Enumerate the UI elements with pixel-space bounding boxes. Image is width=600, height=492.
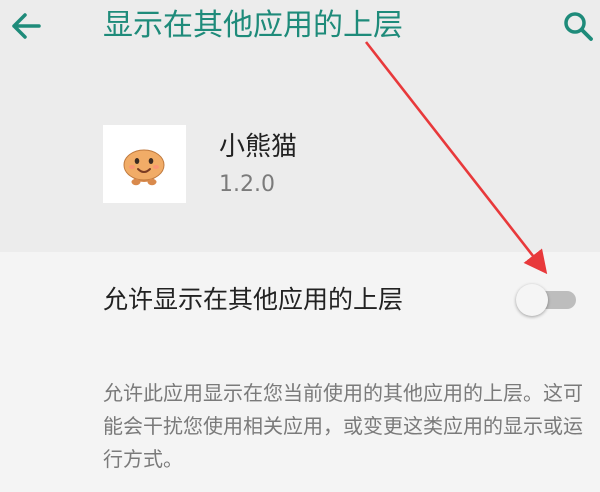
app-name: 小熊猫 <box>219 132 298 162</box>
app-version: 1.2.0 <box>219 172 275 197</box>
page-title: 显示在其他应用的上层 <box>103 8 403 43</box>
app-icon <box>103 125 186 203</box>
app-face-icon <box>123 149 165 186</box>
overlay-permission-toggle[interactable] <box>512 283 578 317</box>
toggle-thumb <box>516 284 548 316</box>
back-button[interactable] <box>4 4 48 48</box>
permission-description: 允许此应用显示在您当前使用的其他应用的上层。这可能会干扰您使用相关应用，或变更这… <box>103 381 583 471</box>
search-icon <box>564 12 593 41</box>
overlay-permission-label[interactable]: 允许显示在其他应用的上层 <box>103 282 403 318</box>
search-button[interactable] <box>556 4 600 48</box>
arrow-left-icon <box>12 13 41 39</box>
